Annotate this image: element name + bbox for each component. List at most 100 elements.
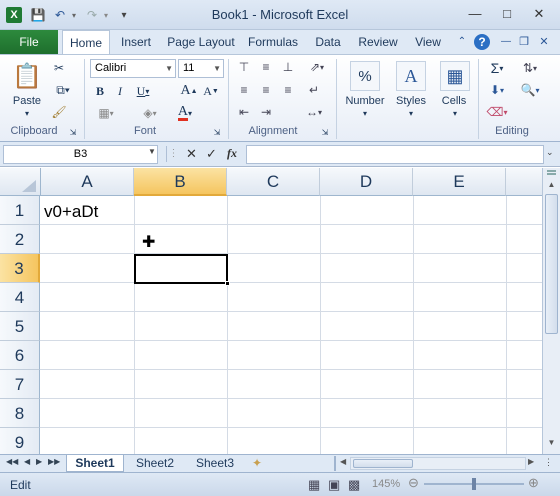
last-sheet-icon[interactable]: ▶▶ (48, 457, 60, 466)
next-sheet-icon[interactable]: ▶ (36, 457, 42, 466)
tab-view[interactable]: View (408, 30, 448, 54)
normal-view-icon[interactable]: ▦ (308, 477, 320, 493)
font-name-combo[interactable]: Calibri ▼ (90, 59, 176, 78)
column-header-c[interactable]: C (227, 168, 320, 196)
horizontal-scrollbar[interactable] (350, 457, 526, 470)
page-break-preview-icon[interactable]: ▩ (348, 477, 360, 493)
scroll-right-icon[interactable]: ▶ (528, 457, 534, 466)
increase-indent-icon[interactable]: ⇥ (258, 104, 274, 120)
sheet-tab-sheet3[interactable]: Sheet3 (186, 455, 244, 472)
prev-sheet-icon[interactable]: ◀ (24, 457, 30, 466)
sort-filter-icon[interactable]: ⇅ ▾ (516, 59, 544, 77)
tab-file[interactable]: File (0, 30, 58, 54)
workbook-minimize-icon[interactable]: — (498, 34, 514, 50)
fill-icon[interactable]: ⬇ ▾ (484, 81, 510, 99)
sheet-tab-sheet2[interactable]: Sheet2 (126, 455, 184, 472)
scroll-left-icon[interactable]: ◀ (340, 457, 346, 466)
fill-handle[interactable] (225, 281, 230, 286)
font-launcher-icon[interactable]: ⇲ (212, 127, 222, 137)
bold-button[interactable]: B (92, 82, 108, 100)
cancel-entry-icon[interactable]: ✕ (186, 146, 197, 162)
column-header-b[interactable]: B (134, 168, 227, 196)
zoom-level[interactable]: 145% (372, 478, 400, 490)
workbook-close-icon[interactable]: ✕ (536, 34, 552, 50)
tab-home[interactable]: Home (62, 30, 110, 55)
orientation-icon[interactable]: ⇗ ▾ (304, 59, 330, 75)
column-header-d[interactable]: D (320, 168, 413, 196)
styles-icon[interactable]: A (396, 61, 426, 91)
tab-data[interactable]: Data (308, 30, 348, 54)
insert-function-icon[interactable]: fx (227, 146, 237, 161)
formula-input[interactable] (246, 145, 544, 164)
font-size-dropdown-icon[interactable]: ▼ (213, 60, 221, 77)
font-name-dropdown-icon[interactable]: ▼ (165, 60, 173, 77)
tab-review[interactable]: Review (354, 30, 402, 54)
column-header-e[interactable]: E (413, 168, 506, 196)
column-header-a[interactable]: A (41, 168, 134, 196)
align-top-icon[interactable]: ⊤ (236, 59, 252, 75)
expand-formula-bar-icon[interactable]: ⌄ (546, 147, 554, 158)
zoom-out-icon[interactable]: ⊖ (408, 475, 419, 491)
merge-center-icon[interactable]: ↔ ▾ (300, 104, 328, 120)
insert-sheet-icon[interactable]: ✦ (252, 456, 262, 470)
clipboard-launcher-icon[interactable]: ⇲ (68, 127, 78, 137)
styles-dropdown-icon[interactable]: ▾ (406, 109, 416, 118)
paste-button[interactable]: Paste (8, 95, 46, 107)
split-vertical-icon[interactable]: ⋮ (544, 457, 553, 468)
active-cell-b3[interactable] (134, 254, 228, 284)
sheet-tab-sheet1[interactable]: Sheet1 (66, 455, 124, 472)
align-center-icon[interactable]: ≡ (258, 82, 274, 98)
row-header-8[interactable]: 8 (0, 399, 40, 428)
tab-insert[interactable]: Insert (114, 30, 158, 54)
row-header-1[interactable]: 1 (0, 196, 40, 225)
first-sheet-icon[interactable]: ◀◀ (6, 457, 18, 466)
fill-color-icon[interactable]: ◈ ▾ (136, 104, 164, 122)
cut-icon[interactable]: ✂ (50, 59, 68, 77)
name-box[interactable]: B3 (3, 145, 158, 164)
borders-icon[interactable]: ▦ ▾ (92, 104, 120, 122)
styles-button[interactable]: Styles (388, 95, 434, 107)
number-format-icon[interactable]: % (350, 61, 380, 91)
scroll-down-icon[interactable]: ▼ (544, 436, 559, 450)
tab-split-handle[interactable] (334, 456, 336, 471)
row-header-3[interactable]: 3 (0, 254, 40, 283)
row-header-2[interactable]: 2 (0, 225, 40, 254)
number-button[interactable]: Number (340, 95, 390, 107)
tab-page-layout[interactable]: Page Layout (164, 30, 238, 54)
column-header-f[interactable] (506, 168, 542, 196)
zoom-in-icon[interactable]: ⊕ (528, 475, 539, 491)
find-select-icon[interactable]: 🔍 ▾ (516, 81, 544, 99)
row-header-4[interactable]: 4 (0, 283, 40, 312)
h-scroll-thumb[interactable] (353, 459, 413, 468)
clear-icon[interactable]: ⌫ ▾ (484, 103, 510, 121)
enter-entry-icon[interactable]: ✓ (206, 146, 217, 162)
help-icon[interactable]: ? (474, 34, 490, 50)
minimize-button[interactable]: — (462, 5, 488, 23)
workbook-restore-icon[interactable]: ❐ (516, 34, 532, 50)
cells-dropdown-icon[interactable]: ▾ (450, 109, 460, 118)
tab-formulas[interactable]: Formulas (244, 30, 302, 54)
row-header-9[interactable]: 9 (0, 428, 40, 454)
font-color-icon[interactable]: A ▾ (170, 104, 200, 122)
wrap-text-icon[interactable]: ↵ (306, 82, 322, 98)
vertical-scrollbar[interactable]: ▲ ▼ (542, 168, 560, 454)
align-bottom-icon[interactable]: ⊥ (280, 59, 296, 75)
split-box-icon[interactable] (547, 170, 556, 175)
cell-a1[interactable]: v0+aDt (44, 202, 98, 222)
paste-dropdown-icon[interactable]: ▾ (22, 109, 32, 118)
cells-icon[interactable]: ▦ (440, 61, 470, 91)
row-header-7[interactable]: 7 (0, 370, 40, 399)
close-button[interactable]: ✕ (526, 5, 552, 23)
decrease-indent-icon[interactable]: ⇤ (236, 104, 252, 120)
paste-icon[interactable]: 📋 (12, 59, 42, 93)
row-header-6[interactable]: 6 (0, 341, 40, 370)
increase-font-icon[interactable]: A ▲ (180, 82, 198, 100)
minimize-ribbon-icon[interactable]: ⌃ (454, 34, 470, 50)
align-right-icon[interactable]: ≡ (280, 82, 296, 98)
maximize-button[interactable]: □ (494, 5, 520, 23)
decrease-font-icon[interactable]: A ▼ (202, 82, 220, 100)
number-dropdown-icon[interactable]: ▾ (360, 109, 370, 118)
page-layout-view-icon[interactable]: ▣ (328, 477, 340, 493)
name-box-dropdown-icon[interactable]: ▼ (148, 147, 156, 156)
autosum-icon[interactable]: Σ ▾ (484, 59, 510, 77)
